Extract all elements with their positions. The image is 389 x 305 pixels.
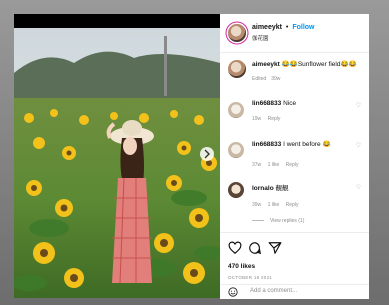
comment-meta: 19w Reply [252, 116, 285, 122]
caption: aimeeykt 😂😂Sunflower field😂😂 Edited 39w [220, 58, 369, 94]
location-label[interactable]: 伽花園 [252, 34, 269, 42]
caption-username[interactable]: aimeeykt [252, 61, 280, 68]
instagram-post-modal: aimeeykt • Follow 伽花園 aimeeykt 😂😂Sunflow… [14, 14, 369, 299]
post-photo[interactable] [14, 28, 220, 298]
next-arrow-icon[interactable] [200, 147, 214, 161]
add-comment-input[interactable]: Add a comment... [250, 288, 297, 294]
smile-icon[interactable] [228, 287, 238, 297]
sunflower-field-photo [14, 28, 220, 298]
comment-text: I went before 😂 [283, 141, 331, 148]
comment-time: 37w [252, 162, 262, 168]
avatar[interactable] [228, 182, 244, 198]
screenshot-background: aimeeykt • Follow 伽花園 aimeeykt 😂😂Sunflow… [0, 0, 389, 305]
share-icon[interactable] [268, 241, 282, 255]
caption-text-row: aimeeykt 😂😂Sunflower field😂😂 [252, 60, 357, 68]
header-username-row: aimeeykt • Follow [252, 24, 315, 31]
comment-item: lornalo 靚靚 39w 1 like Reply View replies… [220, 180, 369, 228]
view-replies-button[interactable]: View replies (1) [252, 218, 304, 224]
caption-meta: Edited 39w [252, 76, 285, 82]
comment-likes[interactable]: 1 like [268, 202, 280, 208]
reply-button[interactable]: Reply [286, 162, 299, 168]
reply-button[interactable]: Reply [286, 202, 299, 208]
comment-like-heart-icon[interactable]: ♡ [356, 142, 361, 149]
comment-like-heart-icon[interactable]: ♡ [356, 102, 361, 109]
edited-label: Edited [252, 76, 267, 82]
divider-line [252, 220, 264, 222]
comment-username[interactable]: lin668833 [252, 141, 281, 148]
follow-button[interactable]: Follow [292, 24, 314, 31]
comment-username[interactable]: lin668833 [252, 100, 281, 107]
likes-count[interactable]: 470 likes [228, 263, 255, 270]
comment-time: 39w [252, 202, 262, 208]
comment-username[interactable]: lornalo [252, 185, 274, 192]
heart-icon[interactable] [228, 241, 242, 255]
comment-item: lin668833 I went before 😂 37w 1 like Rep… [220, 138, 369, 172]
post-header: aimeeykt • Follow 伽花園 [220, 14, 369, 53]
comment-text-row: lin668833 I went before 😂 [252, 140, 331, 148]
post-date: OCTOBER 19 2021 [228, 275, 273, 280]
separator-dot: • [285, 24, 289, 31]
comment-meta: 39w 1 like Reply [252, 202, 303, 208]
comment-text: 靚靚 [275, 185, 289, 192]
reply-button[interactable]: Reply [268, 116, 281, 122]
comment-meta: 37w 1 like Reply [252, 162, 303, 168]
comment-time: 19w [252, 116, 262, 122]
avatar[interactable] [228, 60, 246, 78]
comment-text: Nice [283, 100, 297, 107]
view-replies-label[interactable]: View replies (1) [270, 218, 304, 224]
header-username[interactable]: aimeeykt [252, 24, 282, 31]
comment-icon[interactable] [248, 241, 262, 255]
add-comment-bar: Add a comment... [220, 284, 369, 299]
action-bar: 470 likes OCTOBER 19 2021 [220, 232, 369, 285]
caption-time: 39w [271, 76, 281, 82]
post-details-panel: aimeeykt • Follow 伽花園 aimeeykt 😂😂Sunflow… [220, 14, 369, 299]
comment-like-heart-icon[interactable]: ♡ [356, 184, 361, 191]
caption-text: 😂😂Sunflower field😂😂 [281, 61, 357, 68]
comment-item: lin668833 Nice 19w Reply ♡ [220, 98, 369, 132]
comment-text-row: lornalo 靚靚 [252, 182, 288, 192]
comment-likes[interactable]: 1 like [268, 162, 280, 168]
avatar[interactable] [228, 142, 244, 158]
avatar[interactable] [228, 24, 246, 42]
comment-text-row: lin668833 Nice [252, 100, 296, 107]
avatar[interactable] [228, 102, 244, 118]
